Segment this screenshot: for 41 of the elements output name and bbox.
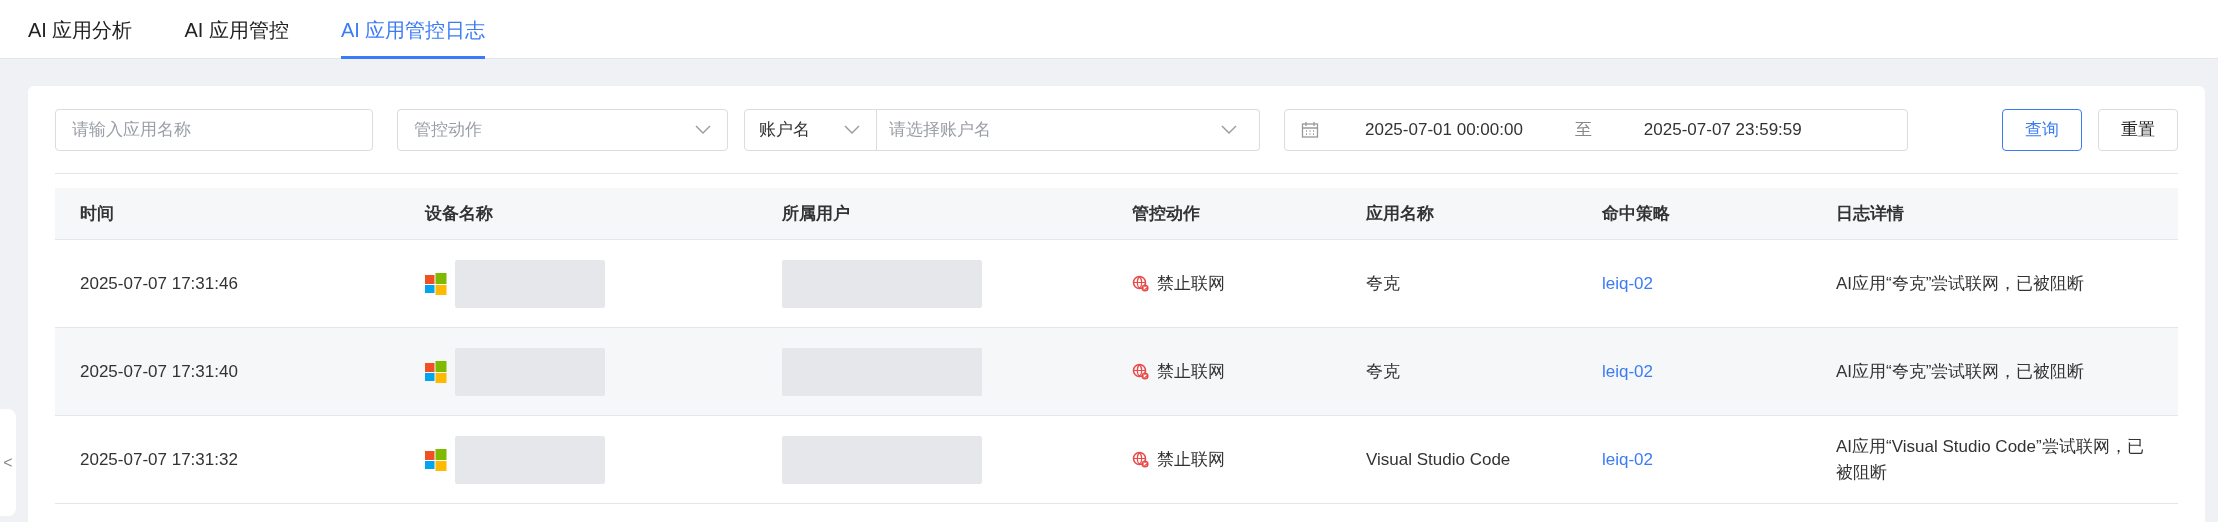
table-cell: 夸克 <box>1341 328 1577 416</box>
table-cell: 2025-07-07 17:31:40 <box>55 328 400 416</box>
date-range-field[interactable]: 2025-07-01 00:00:00 至 2025-07-07 23:59:59 <box>1284 109 1908 151</box>
table-cell: 2025-07-07 17:31:32 <box>55 416 400 504</box>
column-header: 管控动作 <box>1107 188 1341 240</box>
column-header: 设备名称 <box>400 188 757 240</box>
policy-link[interactable]: leiq-02 <box>1602 446 1654 473</box>
windows-icon <box>425 360 447 383</box>
blocked-globe-icon <box>1132 451 1149 468</box>
chevron-down-icon <box>695 125 711 135</box>
query-button[interactable]: 查询 <box>2002 109 2082 151</box>
windows-icon <box>425 272 447 295</box>
policy-link[interactable]: leiq-02 <box>1602 270 1654 297</box>
action-select[interactable]: 管控动作 <box>397 109 728 151</box>
account-select[interactable]: 请选择账户名 <box>877 109 1260 151</box>
table-cell-text: 禁止联网 <box>1157 360 1225 383</box>
column-header: 所属用户 <box>757 188 1107 240</box>
table-cell-text: 禁止联网 <box>1157 272 1225 295</box>
column-header: 命中策略 <box>1577 188 1811 240</box>
reset-button[interactable]: 重置 <box>2098 109 2178 151</box>
chevron-down-icon <box>1221 125 1237 135</box>
account-type-select[interactable]: 账户名 <box>744 109 877 151</box>
column-header: 时间 <box>55 188 400 240</box>
column-header: 应用名称 <box>1341 188 1577 240</box>
table-cell-text: 禁止联网 <box>1157 448 1225 471</box>
tab[interactable]: AI 应用管控日志 <box>340 0 486 59</box>
chevron-down-icon <box>844 125 860 135</box>
column-header: 日志详情 <box>1811 188 2178 240</box>
calendar-icon <box>1301 121 1319 139</box>
blocked-globe-icon <box>1132 363 1149 380</box>
windows-icon <box>425 448 447 471</box>
tab[interactable]: AI 应用分析 <box>28 0 133 59</box>
tab[interactable]: AI 应用管控 <box>184 0 289 59</box>
table-cell-text: AI应用“夸克”尝试联网，已被阻断 <box>1836 272 2085 295</box>
table-cell-text: AI应用“Visual Studio Code”尝试联网，已被阻断 <box>1836 436 2145 484</box>
table-cell: Visual Studio Code <box>1341 416 1577 504</box>
app-name-field[interactable]: 请输入应用名称 <box>55 109 373 151</box>
collapse-toggle[interactable]: < <box>0 409 16 516</box>
policy-link[interactable]: leiq-02 <box>1602 358 1654 385</box>
table-cell-text: AI应用“夸克”尝试联网，已被阻断 <box>1836 360 2085 383</box>
blocked-globe-icon <box>1132 275 1149 292</box>
